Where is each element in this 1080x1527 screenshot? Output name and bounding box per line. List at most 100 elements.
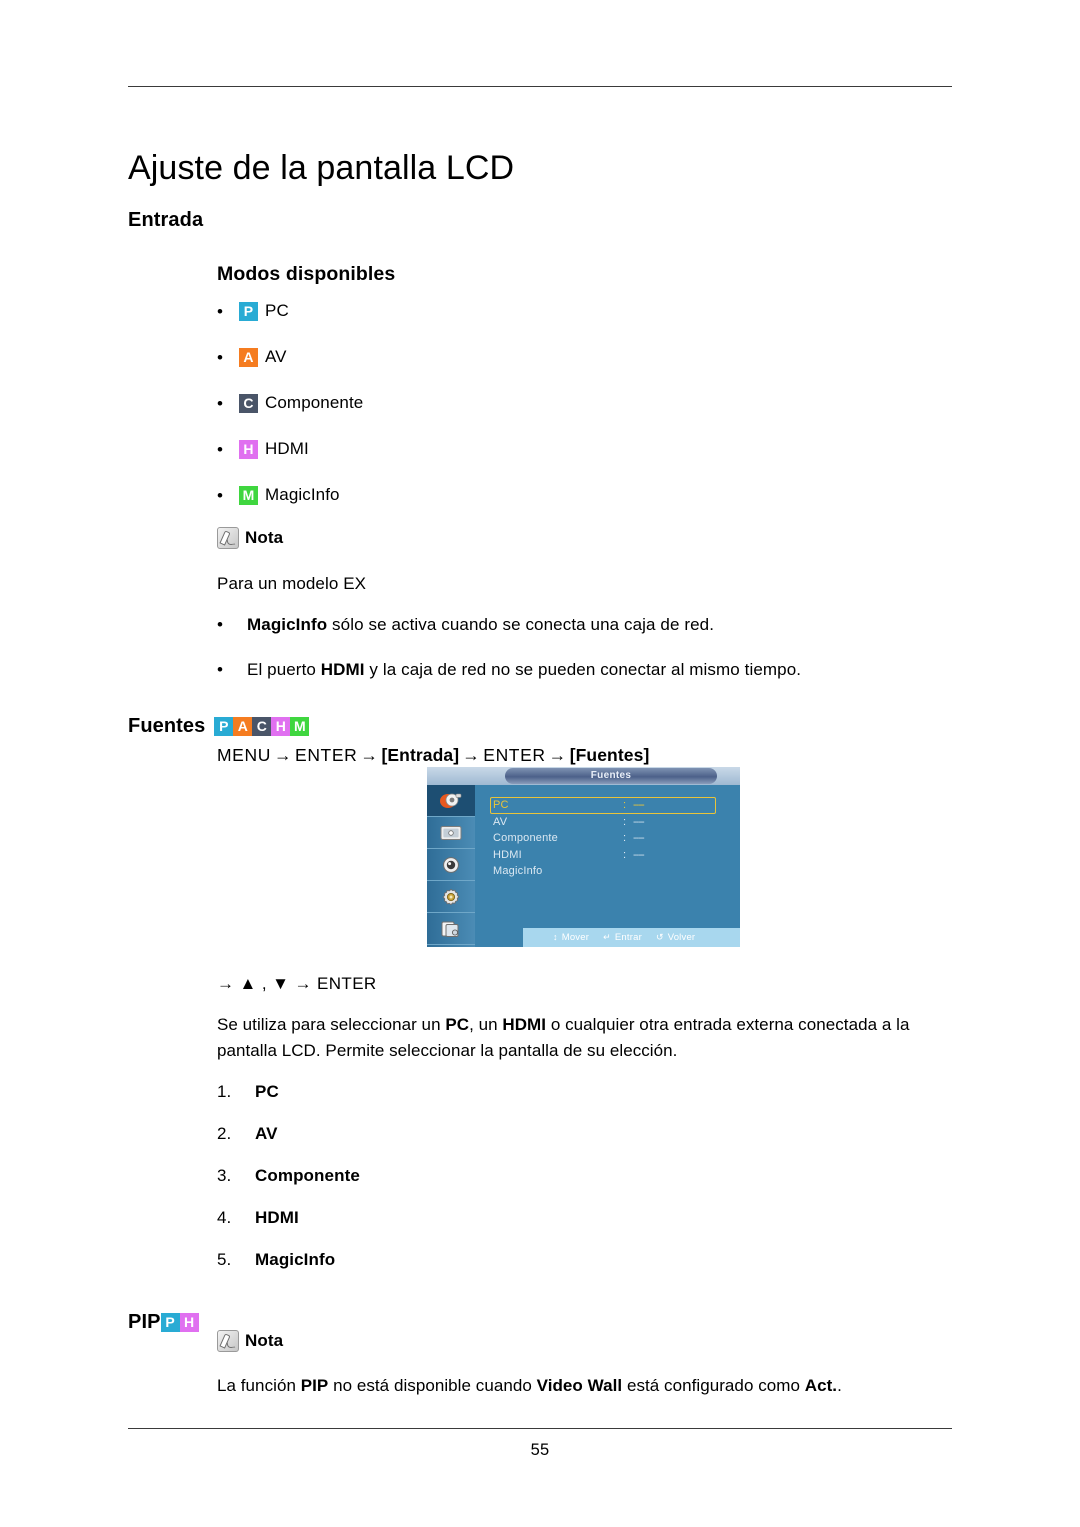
osd-row-componente[interactable]: Componente : ----	[493, 830, 732, 847]
pencil-note-icon	[217, 1330, 239, 1352]
list-item: • P PC	[217, 288, 817, 334]
up-down-arrow-icon: ↕	[553, 932, 558, 942]
subheading-modos-disponibles: Modos disponibles	[217, 262, 396, 285]
note-label: Nota	[245, 1331, 284, 1350]
osd-content-area: PC : ---- AV : ---- Componente : ---- HD…	[475, 785, 740, 947]
list-label: MagicInfo	[255, 1250, 336, 1269]
list-index: 2.	[217, 1124, 232, 1143]
osd-sidebar-item-sound[interactable]	[427, 849, 475, 881]
note-bullet-list: • MagicInfo sólo se activa cuando se con…	[217, 613, 957, 703]
osd-row-label: AV	[493, 815, 508, 828]
section-heading-pip-label: PIP	[128, 1310, 161, 1333]
arrow-right-icon: →	[273, 745, 293, 765]
bold-term: MagicInfo	[247, 615, 328, 634]
bold-term-videowall: Video Wall	[536, 1376, 623, 1395]
menu-navigation-path: MENU → ENTER → [Entrada] → ENTER → [Fuentes]	[217, 745, 649, 766]
list-label: PC	[255, 1082, 279, 1101]
osd-row-av[interactable]: AV : ----	[493, 814, 732, 831]
osd-row-value: ----	[633, 832, 645, 845]
list-item: • C Componente	[217, 380, 817, 426]
pip-text-c: está configurado como	[622, 1376, 805, 1395]
bullet-pre-text: El puerto	[247, 659, 321, 679]
osd-hint-entrar: ↵ Entrar	[603, 932, 642, 943]
bullet-glyph: •	[217, 301, 224, 321]
bullet-glyph: •	[217, 393, 224, 413]
section-heading-fuentes-label: Fuentes	[128, 714, 206, 737]
badge-icon: P	[214, 716, 234, 736]
available-modes-list: • P PC • A AV • C Componente • H HDMI • …	[217, 288, 817, 518]
osd-hint-label: Volver	[667, 932, 696, 943]
badge-icon: P	[239, 301, 258, 321]
badge-icon: C	[239, 393, 258, 413]
mode-label: HDMI	[265, 439, 309, 458]
section-heading-entrada: Entrada	[128, 209, 203, 232]
pip-text-b: no está disponible cuando	[328, 1376, 537, 1395]
bullet-glyph: •	[217, 615, 224, 634]
osd-row-colon: :	[623, 832, 627, 845]
osd-hint-label: Entrar	[614, 932, 642, 943]
osd-sidebar	[427, 785, 475, 947]
osd-row-label: PC	[493, 799, 509, 812]
gear-setup-icon	[442, 888, 460, 905]
list-item: 3. Componente	[217, 1166, 637, 1208]
osd-title-bar: Fuentes	[427, 767, 740, 785]
picture-icon	[440, 825, 462, 840]
osd-row-hdmi[interactable]: HDMI : ----	[493, 847, 732, 864]
list-label: AV	[255, 1124, 278, 1143]
footer-rule	[128, 1428, 952, 1429]
list-index: 3.	[217, 1166, 232, 1185]
badge-icon: M	[239, 485, 258, 505]
list-item: • H HDMI	[217, 426, 817, 472]
osd-row-label: MagicInfo	[493, 865, 543, 878]
note-bullet-text: MagicInfo sólo se activa cuando se conec…	[247, 613, 957, 637]
enter-return-icon: ↵	[603, 932, 611, 942]
speaker-sound-icon	[443, 856, 459, 873]
badge-icon: H	[239, 439, 258, 459]
osd-row-label: HDMI	[493, 848, 522, 861]
mode-label: MagicInfo	[265, 485, 340, 504]
bold-term-pip: PIP	[300, 1376, 329, 1395]
menu-path-step-enter-2: ENTER	[483, 745, 546, 765]
multi-control-icon	[441, 921, 459, 937]
note-label: Nota	[245, 528, 284, 547]
badge-icon: P	[160, 1312, 180, 1332]
osd-sidebar-item-multi-control[interactable]	[427, 913, 475, 945]
list-item: • M MagicInfo	[217, 472, 817, 518]
section-heading-pip: PIP P H	[128, 1311, 199, 1334]
badge-icon: C	[252, 716, 272, 736]
pip-text-d: .	[837, 1376, 842, 1395]
osd-row-value: ----	[633, 815, 645, 828]
mode-label: PC	[265, 301, 289, 320]
note-intro-text: Para un modelo EX	[217, 574, 367, 593]
osd-hint-mover: ↕ Mover	[553, 932, 589, 943]
mode-badge-magicinfo: M	[239, 485, 258, 505]
list-item: • A AV	[217, 334, 817, 380]
osd-sidebar-item-picture[interactable]	[427, 817, 475, 849]
osd-row-colon: :	[623, 815, 627, 828]
list-item: 1. PC	[217, 1082, 637, 1124]
list-item: 5. MagicInfo	[217, 1250, 637, 1292]
osd-row-magicinfo[interactable]: MagicInfo	[493, 863, 732, 880]
mode-label: AV	[265, 347, 287, 366]
osd-row-label: Componente	[493, 832, 558, 845]
fuentes-description-paragraph: Se utiliza para seleccionar un PC, un HD…	[217, 1012, 947, 1065]
note-block-pip: Nota	[217, 1330, 283, 1352]
desc-text-a: Se utiliza para seleccionar un	[217, 1015, 446, 1034]
osd-hint-bar: ↕ Mover ↵ Entrar ↺ Volver	[523, 928, 740, 947]
pencil-note-icon	[217, 527, 239, 549]
osd-row-pc[interactable]: PC : ----	[490, 797, 716, 814]
osd-source-list: PC : ---- AV : ---- Componente : ---- HD…	[490, 797, 732, 880]
osd-sidebar-item-setup[interactable]	[427, 881, 475, 913]
bold-term-pc: PC	[445, 1015, 470, 1034]
osd-row-value: ----	[633, 848, 645, 861]
badge-icon: H	[179, 1312, 199, 1332]
bold-term-act: Act.	[804, 1376, 838, 1395]
osd-sidebar-item-input[interactable]	[427, 785, 475, 817]
desc-text-b: , un	[469, 1015, 503, 1034]
bullet-glyph: •	[217, 439, 224, 459]
menu-path-step-menu: MENU	[217, 745, 271, 765]
fuentes-mode-badges: P A C H M	[214, 716, 310, 736]
list-label: HDMI	[255, 1208, 299, 1227]
badge-icon: M	[290, 716, 310, 736]
document-page: Ajuste de la pantalla LCD Entrada Modos …	[0, 0, 1080, 1527]
